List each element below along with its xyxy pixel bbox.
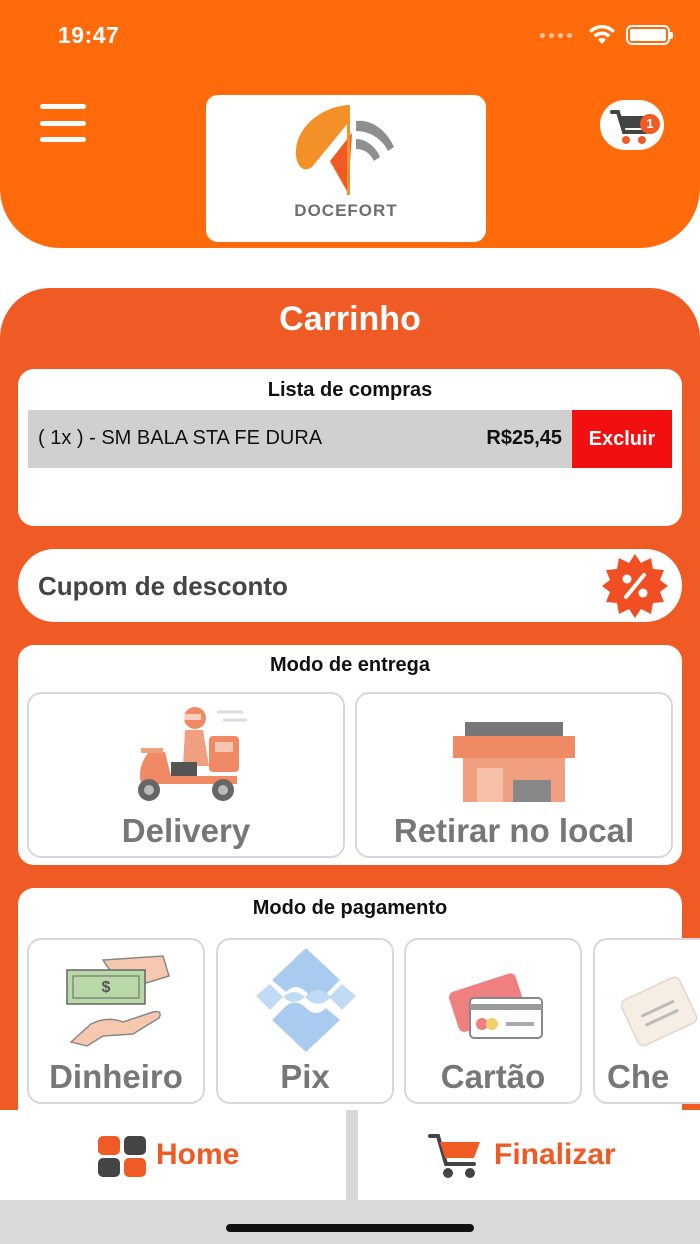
menu-icon[interactable] — [40, 104, 86, 142]
home-indicator — [226, 1224, 474, 1232]
payment-check-option[interactable]: Che — [593, 938, 700, 1104]
pickup-option-label: Retirar no local — [393, 812, 635, 849]
delete-item-button[interactable]: Excluir — [572, 410, 672, 468]
page-title: Carrinho — [279, 300, 421, 338]
payment-pix-option[interactable]: Pix — [216, 938, 394, 1104]
payment-card-label: Cartão — [440, 1058, 546, 1095]
pix-icon — [256, 948, 356, 1052]
check-paper-icon — [621, 976, 698, 1047]
pickup-option[interactable]: Retirar no local — [355, 692, 673, 858]
cart-count-badge: 1 — [646, 116, 654, 131]
payment-mode-title: Modo de pagamento — [252, 897, 448, 919]
wifi-icon — [589, 24, 615, 44]
status-icons — [540, 24, 673, 46]
cart-button[interactable]: 1 — [600, 100, 664, 150]
brand-logo: DOCEFORT — [206, 95, 486, 242]
battery-icon — [626, 25, 673, 45]
cart-item-price: R$25,45 — [486, 427, 562, 449]
store-icon — [453, 722, 575, 802]
credit-card-icon — [449, 973, 543, 1039]
signal-icon — [540, 32, 572, 38]
delivery-scooter-icon — [138, 707, 247, 801]
cart-item-name: ( 1x ) - SM BALA STA FE DURA — [38, 427, 323, 449]
finish-tab-label: Finalizar — [494, 1138, 616, 1171]
cart-screen: 19:47 DOCEFORT 1 Carrinho Lista de compr… — [0, 0, 700, 1244]
finish-tab-button[interactable]: Finalizar — [358, 1110, 700, 1200]
payment-card-option[interactable]: Cartão — [404, 938, 582, 1104]
payment-cash-label: Dinheiro — [49, 1058, 183, 1095]
logo-text: DOCEFORT — [294, 201, 398, 220]
payment-pix-label: Pix — [280, 1058, 330, 1095]
cart-item-row: ( 1x ) - SM BALA STA FE DURA R$25,45 Exc… — [28, 410, 672, 468]
delivery-option[interactable]: Delivery — [27, 692, 345, 858]
coupon-button[interactable]: Cupom de desconto — [18, 549, 682, 622]
home-tab-button[interactable]: Home — [0, 1110, 346, 1200]
delivery-option-label: Delivery — [121, 812, 251, 849]
cash-money-icon: $ — [66, 955, 170, 1047]
shopping-list-title: Lista de compras — [267, 379, 433, 401]
home-tab-label: Home — [156, 1138, 240, 1171]
payment-check-label: Che — [607, 1058, 670, 1095]
payment-cash-option[interactable]: $ Dinheiro — [27, 938, 205, 1104]
shopping-cart-icon — [428, 1134, 480, 1178]
status-time: 19:47 — [58, 22, 120, 48]
discount-badge-icon — [602, 554, 668, 618]
home-grid-icon — [98, 1136, 146, 1177]
delivery-mode-title: Modo de entrega — [269, 654, 430, 676]
coupon-label: Cupom de desconto — [38, 571, 288, 601]
svg-text:$: $ — [102, 979, 111, 996]
app-header: 19:47 DOCEFORT 1 — [0, 0, 700, 248]
logo-mark-icon — [295, 105, 394, 195]
